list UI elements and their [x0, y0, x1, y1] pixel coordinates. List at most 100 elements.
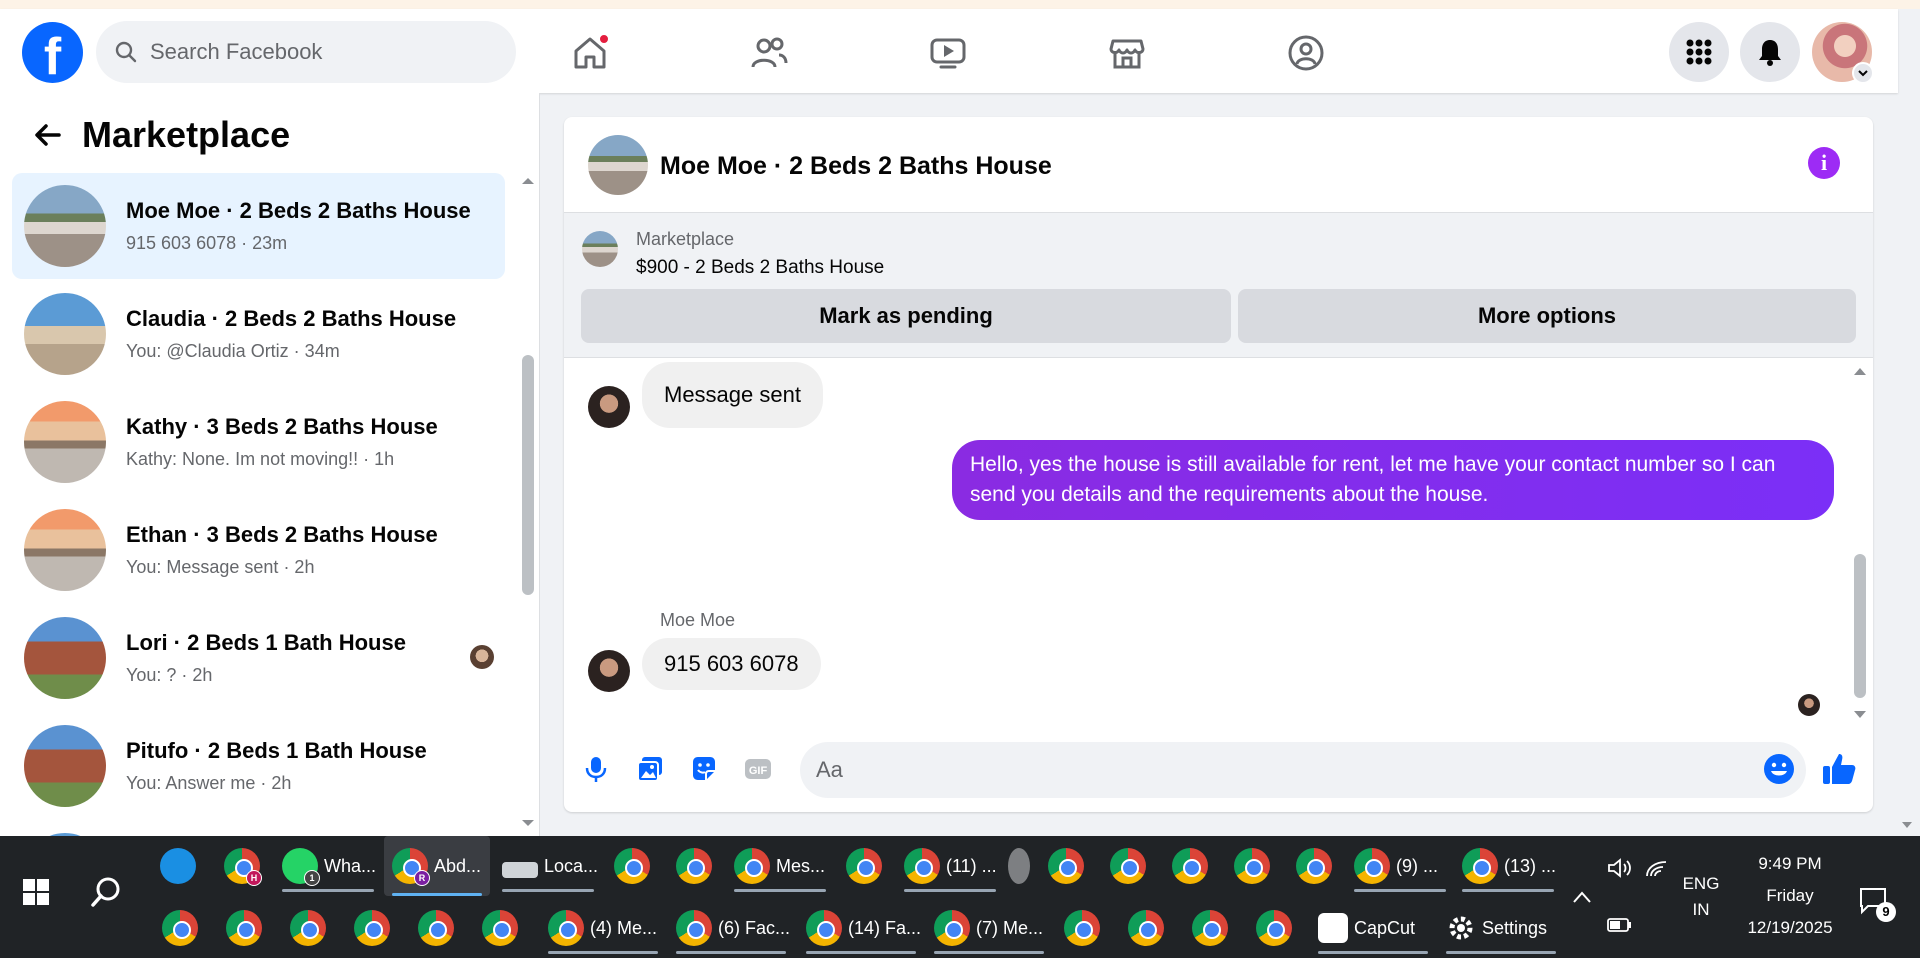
- emoji-icon[interactable]: [1762, 752, 1796, 786]
- notifications-button[interactable]: [1740, 22, 1800, 82]
- taskbar-chrome-abd[interactable]: R Abd...: [384, 836, 490, 896]
- gif-button[interactable]: GIF: [740, 751, 776, 787]
- page-scroll-down-arrow[interactable]: [1900, 818, 1914, 832]
- chat-listing-thumbnail[interactable]: [588, 135, 648, 195]
- taskbar-chrome[interactable]: [1128, 902, 1164, 954]
- taskbar-chrome[interactable]: [482, 902, 518, 954]
- taskbar-chrome[interactable]: [1064, 902, 1100, 954]
- wifi-icon[interactable]: [1644, 856, 1670, 880]
- taskbar-chrome[interactable]: [1234, 840, 1270, 892]
- chrome-icon: [1354, 848, 1390, 884]
- taskbar-chrome[interactable]: [1110, 840, 1146, 892]
- taskbar-chrome[interactable]: H: [224, 840, 262, 892]
- taskbar-chrome[interactable]: [846, 840, 882, 892]
- back-button[interactable]: [24, 111, 72, 159]
- mark-as-pending-button[interactable]: Mark as pending: [581, 289, 1231, 343]
- clock-time: 9:49 PM: [1758, 854, 1822, 873]
- seen-indicator-avatar: [1798, 694, 1820, 716]
- conversation-item[interactable]: Moe Moe · 2 Beds 2 Baths House 915 603 6…: [12, 173, 505, 279]
- sidebar-scrollbar-thumb[interactable]: [522, 355, 534, 595]
- taskbar-edge[interactable]: [160, 840, 196, 892]
- contact-avatar[interactable]: [588, 650, 630, 692]
- nav-friends[interactable]: [739, 23, 799, 83]
- chrome-icon: [482, 910, 518, 946]
- search-box[interactable]: [96, 21, 516, 83]
- taskbar-chrome-13[interactable]: (13) ...: [1462, 840, 1556, 892]
- taskbar-chrome[interactable]: [614, 840, 650, 892]
- search-input[interactable]: [150, 39, 490, 65]
- clock[interactable]: 9:49 PM Friday 12/19/2025: [1730, 854, 1850, 938]
- sticker-button[interactable]: [686, 751, 722, 787]
- scroll-up-arrow[interactable]: [1852, 364, 1868, 378]
- conversation-item[interactable]: Pitufo · 2 Beds 1 Bath House You: Answer…: [12, 713, 505, 819]
- scroll-down-arrow[interactable]: [1852, 708, 1868, 722]
- attach-photo-button[interactable]: [632, 751, 668, 787]
- nav-marketplace[interactable]: [1097, 23, 1157, 83]
- taskbar-local-disk[interactable]: Loca...: [502, 840, 598, 892]
- running-indicator: [548, 951, 658, 954]
- chrome-icon: [354, 910, 390, 946]
- taskbar-chrome[interactable]: [676, 840, 712, 892]
- taskbar-whatsapp[interactable]: 1 Wha...: [282, 840, 376, 892]
- info-icon[interactable]: i: [1808, 147, 1840, 179]
- scroll-down-arrow[interactable]: [520, 815, 536, 831]
- facebook-logo[interactable]: f: [22, 22, 83, 83]
- like-thumbs-up-icon[interactable]: [1820, 750, 1858, 788]
- voice-clip-button[interactable]: [578, 751, 614, 787]
- taskbar-chrome-14[interactable]: (14) Fa...: [806, 902, 921, 954]
- taskbar-chrome[interactable]: [1172, 840, 1208, 892]
- message-composer: GIF: [564, 728, 1873, 812]
- listing-banner-thumbnail[interactable]: [582, 231, 618, 267]
- scroll-up-arrow[interactable]: [520, 173, 536, 189]
- more-options-button[interactable]: More options: [1238, 289, 1856, 343]
- marketplace-icon: [1109, 39, 1145, 69]
- chat-title[interactable]: Moe Moe · 2 Beds 2 Baths House: [660, 152, 1052, 181]
- taskbar-app[interactable]: [1008, 840, 1030, 892]
- running-indicator: [1446, 951, 1556, 954]
- conversation-item-partial[interactable]: [12, 821, 505, 836]
- taskbar-chrome[interactable]: [226, 902, 262, 954]
- conversation-item[interactable]: Ethan · 3 Beds 2 Baths House You: Messag…: [12, 497, 505, 603]
- taskbar-chrome[interactable]: [1192, 902, 1228, 954]
- language-indicator[interactable]: ENG IN: [1680, 874, 1722, 920]
- taskbar-search-icon[interactable]: [88, 874, 124, 910]
- taskbar-capcut[interactable]: CapCut: [1318, 902, 1428, 954]
- incoming-message: Message sent: [642, 362, 823, 428]
- taskbar-chrome[interactable]: [162, 902, 198, 954]
- menu-button[interactable]: [1669, 22, 1729, 82]
- taskbar-chrome[interactable]: [418, 902, 454, 954]
- volume-icon[interactable]: [1606, 856, 1632, 880]
- taskbar-chrome-9[interactable]: (9) ...: [1354, 840, 1446, 892]
- chevron-up-icon[interactable]: [1572, 890, 1592, 904]
- nav-home[interactable]: [560, 23, 620, 83]
- contact-avatar[interactable]: [588, 386, 630, 428]
- taskbar-chrome[interactable]: [1048, 840, 1084, 892]
- profile-badge: H: [246, 870, 262, 886]
- conversation-item[interactable]: Kathy · 3 Beds 2 Baths House Kathy: None…: [12, 389, 505, 495]
- listing-thumbnail: [24, 509, 106, 591]
- taskbar-chrome[interactable]: [290, 902, 326, 954]
- nav-video[interactable]: [918, 23, 978, 83]
- browser-top-strip: [0, 0, 1920, 9]
- message-input[interactable]: [800, 742, 1806, 798]
- conversation-item[interactable]: Claudia · 2 Beds 2 Baths House You: @Cla…: [12, 281, 505, 387]
- taskbar-chrome[interactable]: [1296, 840, 1332, 892]
- taskbar-chrome-4[interactable]: (4) Me...: [548, 902, 658, 954]
- conversation-item[interactable]: Lori · 2 Beds 1 Bath House You: ? · 2h: [12, 605, 505, 711]
- windows-start-icon[interactable]: [22, 878, 50, 906]
- taskbar-settings[interactable]: Settings: [1446, 902, 1556, 954]
- taskbar-label: Abd...: [434, 855, 482, 876]
- taskbar-chrome[interactable]: [354, 902, 390, 954]
- taskbar-chrome-11[interactable]: (11) ...: [904, 840, 997, 892]
- taskbar-chrome[interactable]: [1256, 902, 1292, 954]
- listing-title[interactable]: $900 - 2 Beds 2 Baths House: [636, 257, 884, 279]
- battery-icon[interactable]: [1606, 916, 1632, 934]
- taskbar-chrome-7[interactable]: (7) Me...: [934, 902, 1044, 954]
- taskbar-chrome-messenger[interactable]: Mes...: [734, 840, 826, 892]
- notification-center[interactable]: 9: [1858, 886, 1896, 922]
- profile-menu-chevron[interactable]: [1852, 62, 1874, 84]
- listing-thumbnail: [24, 185, 106, 267]
- messages-scrollbar-thumb[interactable]: [1854, 554, 1866, 698]
- nav-groups[interactable]: [1276, 23, 1336, 83]
- taskbar-chrome-6[interactable]: (6) Fac...: [676, 902, 790, 954]
